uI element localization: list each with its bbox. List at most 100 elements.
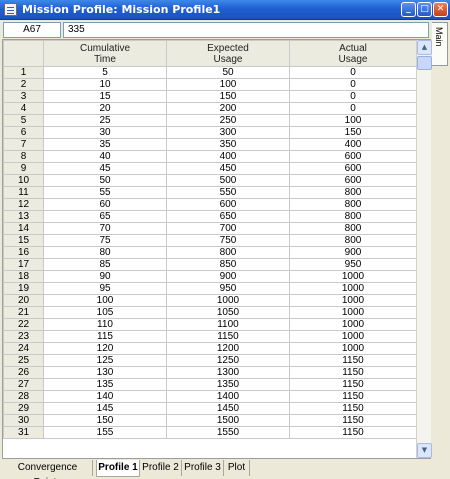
grid-cell[interactable]: 600 — [166, 198, 290, 211]
row-header-cell[interactable]: 19 — [3, 282, 44, 295]
grid-cell[interactable]: 1150 — [289, 426, 417, 439]
grid-cell[interactable]: 35 — [43, 138, 167, 151]
minimize-button[interactable]: _ — [401, 2, 416, 17]
grid-cell[interactable]: 1550 — [166, 426, 290, 439]
grid-cell[interactable]: 950 — [166, 282, 290, 295]
row-header-cell[interactable]: 7 — [3, 138, 44, 151]
grid-cell[interactable]: 1000 — [289, 306, 417, 319]
grid-cell[interactable]: 800 — [289, 234, 417, 247]
grid-cell[interactable]: 65 — [43, 210, 167, 223]
grid-cell[interactable]: 750 — [166, 234, 290, 247]
row-header-cell[interactable]: 9 — [3, 162, 44, 175]
grid-cell[interactable]: 600 — [289, 150, 417, 163]
grid-cell[interactable]: 900 — [289, 246, 417, 259]
grid-cell[interactable]: 200 — [166, 102, 290, 115]
tab-profile-3[interactable]: Profile 3 — [182, 460, 224, 476]
tab-plot[interactable]: Plot — [224, 460, 250, 476]
scroll-down-button[interactable]: ▼ — [417, 443, 432, 458]
grid-cell[interactable]: 450 — [166, 162, 290, 175]
row-header-cell[interactable]: 8 — [3, 150, 44, 163]
grid-cell[interactable]: 800 — [166, 246, 290, 259]
row-header-cell[interactable]: 30 — [3, 414, 44, 427]
grid-cell[interactable]: 125 — [43, 354, 167, 367]
grid-cell[interactable]: 145 — [43, 402, 167, 415]
grid-cell[interactable]: 800 — [289, 198, 417, 211]
row-header-cell[interactable]: 13 — [3, 210, 44, 223]
column-header-actual-usage[interactable]: Actual Usage — [289, 40, 417, 67]
grid-cell[interactable]: 1000 — [289, 270, 417, 283]
grid-cell[interactable]: 150 — [43, 414, 167, 427]
grid-cell[interactable]: 1400 — [166, 390, 290, 403]
grid-cell[interactable]: 700 — [166, 222, 290, 235]
row-header-cell[interactable]: 31 — [3, 426, 44, 439]
grid-cell[interactable]: 0 — [289, 78, 417, 91]
tab-profile-2[interactable]: Profile 2 — [140, 460, 182, 476]
grid-cell[interactable]: 135 — [43, 378, 167, 391]
grid-cell[interactable]: 1250 — [166, 354, 290, 367]
grid-cell[interactable]: 150 — [166, 90, 290, 103]
row-header-cell[interactable]: 5 — [3, 114, 44, 127]
row-header-cell[interactable]: 24 — [3, 342, 44, 355]
column-header-cumulative-time[interactable]: Cumulative Time — [43, 40, 167, 67]
row-header-cell[interactable]: 29 — [3, 402, 44, 415]
row-header-cell[interactable]: 21 — [3, 306, 44, 319]
grid-cell[interactable]: 900 — [166, 270, 290, 283]
row-header-cell[interactable]: 16 — [3, 246, 44, 259]
row-header-cell[interactable]: 25 — [3, 354, 44, 367]
grid-cell[interactable]: 1150 — [289, 390, 417, 403]
row-header-cell[interactable]: 17 — [3, 258, 44, 271]
grid-cell[interactable]: 1000 — [289, 282, 417, 295]
grid-cell[interactable]: 800 — [289, 222, 417, 235]
grid-cell[interactable]: 1300 — [166, 366, 290, 379]
row-header-cell[interactable]: 23 — [3, 330, 44, 343]
row-header-cell[interactable]: 1 — [3, 66, 44, 79]
grid-cell[interactable]: 155 — [43, 426, 167, 439]
vertical-scrollbar[interactable]: ▲ ▼ — [416, 40, 432, 458]
grid-cell[interactable]: 800 — [289, 186, 417, 199]
row-header-cell[interactable]: 2 — [3, 78, 44, 91]
grid-cell[interactable]: 100 — [166, 78, 290, 91]
tab-convergence-points[interactable]: Convergence Points — [3, 460, 93, 479]
row-header-cell[interactable]: 3 — [3, 90, 44, 103]
grid-cell[interactable]: 1500 — [166, 414, 290, 427]
grid-cell[interactable]: 1100 — [166, 318, 290, 331]
grid-cell[interactable]: 400 — [289, 138, 417, 151]
grid-cell[interactable]: 150 — [289, 126, 417, 139]
grid-cell[interactable]: 110 — [43, 318, 167, 331]
row-header-cell[interactable]: 28 — [3, 390, 44, 403]
grid-cell[interactable]: 0 — [289, 66, 417, 79]
grid-cell[interactable]: 0 — [289, 90, 417, 103]
grid-cell[interactable]: 140 — [43, 390, 167, 403]
grid-cell[interactable]: 1150 — [289, 378, 417, 391]
grid-cell[interactable]: 1000 — [166, 294, 290, 307]
grid-cell[interactable]: 45 — [43, 162, 167, 175]
row-header-cell[interactable]: 10 — [3, 174, 44, 187]
grid-cell[interactable]: 70 — [43, 222, 167, 235]
grid-cell[interactable]: 100 — [289, 114, 417, 127]
row-header-cell[interactable]: 11 — [3, 186, 44, 199]
grid-cell[interactable]: 1150 — [289, 354, 417, 367]
grid-cell[interactable]: 300 — [166, 126, 290, 139]
grid-cell[interactable]: 1150 — [289, 402, 417, 415]
row-header-cell[interactable]: 18 — [3, 270, 44, 283]
grid-cell[interactable]: 80 — [43, 246, 167, 259]
grid-cell[interactable]: 90 — [43, 270, 167, 283]
grid-cell[interactable]: 850 — [166, 258, 290, 271]
grid-cell[interactable]: 1150 — [166, 330, 290, 343]
maximize-button[interactable]: □ — [417, 2, 432, 17]
grid-cell[interactable]: 85 — [43, 258, 167, 271]
row-header-cell[interactable]: 12 — [3, 198, 44, 211]
grid-cell[interactable]: 130 — [43, 366, 167, 379]
grid-cell[interactable]: 550 — [166, 186, 290, 199]
cell-reference-field[interactable]: A67 — [3, 22, 61, 38]
grid-cell[interactable]: 15 — [43, 90, 167, 103]
grid-cell[interactable]: 1000 — [289, 294, 417, 307]
row-header-cell[interactable]: 14 — [3, 222, 44, 235]
grid-cell[interactable]: 20 — [43, 102, 167, 115]
grid-cell[interactable]: 60 — [43, 198, 167, 211]
grid-cell[interactable]: 600 — [289, 162, 417, 175]
grid-cell[interactable]: 0 — [289, 102, 417, 115]
grid-cell[interactable]: 105 — [43, 306, 167, 319]
row-header-cell[interactable]: 20 — [3, 294, 44, 307]
grid-cell[interactable]: 400 — [166, 150, 290, 163]
